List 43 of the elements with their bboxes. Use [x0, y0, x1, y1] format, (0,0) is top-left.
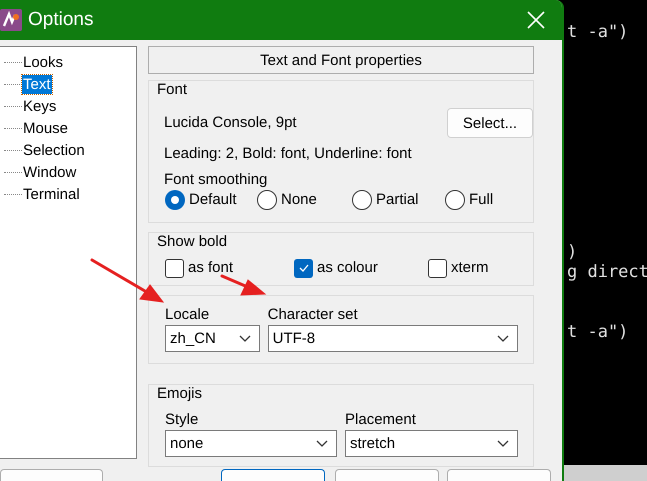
group-title: Font — [157, 80, 188, 100]
chevron-icon — [238, 335, 251, 342]
tree-item[interactable]: Selection — [22, 140, 86, 160]
tree-item[interactable]: Looks — [22, 52, 64, 72]
dialog-button[interactable] — [221, 469, 325, 481]
terminal-text: t -a") — [567, 22, 628, 42]
field-label: Locale — [165, 305, 210, 325]
select-button[interactable]: Select... — [447, 108, 533, 138]
tree-item[interactable]: Text — [22, 74, 52, 94]
font-name: Lucida Console, 9pt — [164, 113, 297, 133]
tree-item[interactable]: Terminal — [22, 184, 81, 204]
radio-option[interactable]: Full — [445, 190, 505, 210]
window-title: Options — [28, 9, 94, 31]
field-label: Style — [165, 410, 198, 430]
arrow-drawing — [220, 274, 266, 296]
radio-option[interactable]: Partial — [352, 190, 445, 210]
checkbox-option[interactable]: as colour — [294, 258, 428, 278]
group-title: Show bold — [157, 232, 228, 252]
font-details: Leading: 2, Bold: font, Underline: font — [163, 144, 412, 164]
field-label: Placement — [345, 410, 416, 430]
dropdown[interactable]: zh_CN — [165, 325, 260, 352]
font-smoothing-label: Font smoothing — [163, 170, 268, 190]
dropdown[interactable]: stretch — [345, 430, 518, 457]
radio-option[interactable]: Default — [165, 190, 257, 210]
chevron-icon — [497, 440, 509, 447]
page-header: Text and Font properties — [148, 46, 534, 74]
app-icon — [0, 9, 22, 31]
checkbox-option[interactable]: as font — [165, 258, 294, 278]
tree-item[interactable]: Window — [22, 162, 78, 182]
chevron-icon — [497, 335, 509, 342]
group-title: Emojis — [157, 384, 202, 404]
checkbox-option[interactable]: xterm — [428, 258, 508, 278]
field-label: Character set — [268, 305, 358, 325]
terminal-text: ) — [567, 242, 578, 262]
terminal-text: t -a") — [567, 322, 628, 342]
dropdown[interactable]: UTF-8 — [268, 325, 518, 352]
radio-option[interactable]: None — [257, 190, 352, 210]
chevron-icon — [316, 440, 328, 447]
close-icon — [527, 11, 545, 29]
tree-item[interactable]: Mouse — [22, 118, 70, 138]
terminal-text: g direct — [567, 262, 647, 282]
tree-item[interactable]: Keys — [22, 96, 58, 116]
dropdown[interactable]: none — [165, 430, 338, 457]
